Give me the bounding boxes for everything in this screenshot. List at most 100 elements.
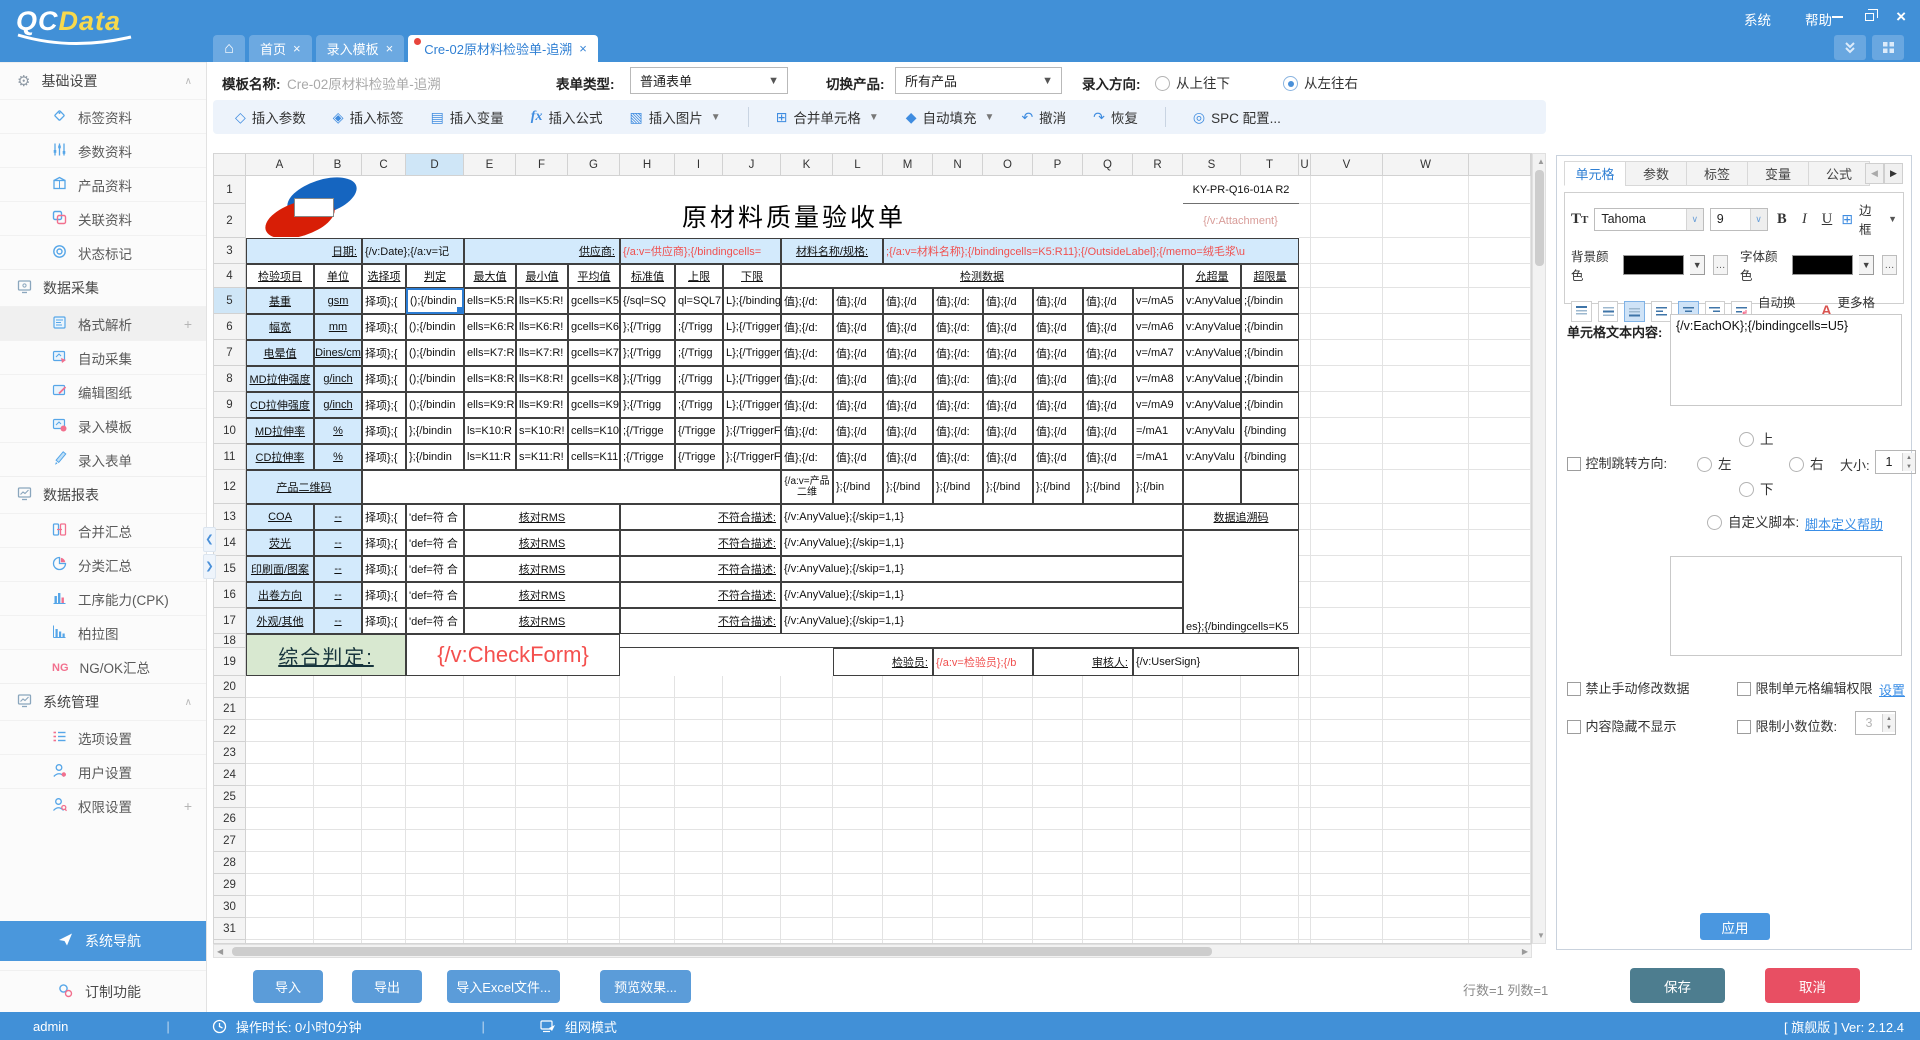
sheet-cell[interactable] <box>406 874 464 896</box>
sheet-cell[interactable] <box>675 698 723 720</box>
sheet-cell[interactable] <box>1383 582 1469 608</box>
column-header-J[interactable]: J <box>723 154 781 176</box>
sheet-cell[interactable] <box>516 830 568 852</box>
sheet-cell[interactable] <box>1241 470 1299 504</box>
sheet-cell[interactable]: Dines/cm <box>314 340 362 366</box>
sheet-cell[interactable]: 值};{/d <box>833 340 883 366</box>
sheet-cell[interactable]: v:AnyValu <box>1183 444 1241 470</box>
sheet-cell[interactable] <box>1311 366 1383 392</box>
sheet-cell[interactable]: 值};{/d: <box>933 340 983 366</box>
sheet-cell[interactable] <box>1469 204 1531 238</box>
sheet-cell[interactable] <box>1299 314 1311 340</box>
sheet-cell[interactable]: {/v:AnyValue};{/skip=1,1} <box>781 504 1183 530</box>
sheet-cell[interactable] <box>406 742 464 764</box>
sheet-cell[interactable] <box>1183 830 1241 852</box>
sheet-cell[interactable] <box>362 698 406 720</box>
sheet-cell[interactable]: 最大值 <box>464 264 516 288</box>
sheet-cell[interactable] <box>1183 698 1241 720</box>
sheet-cell[interactable] <box>406 918 464 940</box>
sidebar-section-3[interactable]: 数据报表 <box>0 476 206 513</box>
sheet-cell[interactable] <box>1299 676 1311 698</box>
collapse-toolbars-icon[interactable] <box>1834 35 1866 60</box>
sheet-cell[interactable] <box>464 786 516 808</box>
sidebar-item[interactable]: 用户设置 <box>0 754 206 788</box>
sheet-cell[interactable]: ;{/Trigge <box>620 444 675 470</box>
sheet-cell[interactable] <box>933 676 983 698</box>
sheet-cell[interactable] <box>723 786 781 808</box>
sheet-cell[interactable] <box>723 764 781 786</box>
sheet-cell[interactable]: 数据追溯码 <box>1183 504 1299 530</box>
sheet-cell[interactable] <box>1311 582 1383 608</box>
sheet-cell[interactable] <box>516 676 568 698</box>
sheet-cell[interactable] <box>983 896 1033 918</box>
sheet-cell[interactable] <box>833 676 883 698</box>
sheet-cell[interactable]: 值};{/d <box>833 418 883 444</box>
sheet-cell[interactable] <box>1033 786 1083 808</box>
sheet-cell[interactable] <box>464 874 516 896</box>
sheet-cell[interactable] <box>516 698 568 720</box>
sheet-cell[interactable]: 择项};{ <box>362 582 406 608</box>
sheet-cell[interactable] <box>1311 288 1383 314</box>
sheet-cell[interactable] <box>620 764 675 786</box>
sheet-cell[interactable] <box>1311 676 1383 698</box>
sheet-cell[interactable] <box>1469 634 1531 648</box>
sheet-cell[interactable] <box>1033 918 1083 940</box>
sheet-cell[interactable]: 值};{/d: <box>933 314 983 340</box>
sheet-cell[interactable] <box>723 852 781 874</box>
sheet-cell[interactable]: 荧光 <box>246 530 314 556</box>
sheet-cell[interactable]: ;{/bindin <box>1241 340 1299 366</box>
sheet-cell[interactable]: KY-PR-Q16-01A R2 <box>1183 176 1299 204</box>
sheet-cell[interactable]: {/a:v=供应商};{/bindingcells= <box>620 238 781 264</box>
sheet-cell[interactable] <box>1383 852 1469 874</box>
sheet-cell[interactable] <box>1083 698 1133 720</box>
sheet-cell[interactable] <box>1469 648 1531 676</box>
column-header-T[interactable]: T <box>1241 154 1299 176</box>
sheet-cell[interactable]: 值};{/d <box>1033 418 1083 444</box>
menu-help[interactable]: 帮助 <box>1805 9 1832 29</box>
toolbar-button-fill[interactable]: ◆自动填充▼ <box>906 107 995 127</box>
sheet-cell[interactable]: g/inch <box>314 366 362 392</box>
row-header-12[interactable]: 12 <box>214 470 246 504</box>
sheet-cell[interactable] <box>723 830 781 852</box>
sheet-cell[interactable] <box>1133 808 1183 830</box>
sheet-cell[interactable] <box>983 742 1033 764</box>
sheet-cell[interactable] <box>620 698 675 720</box>
sheet-cell[interactable] <box>1033 830 1083 852</box>
sheet-cell[interactable] <box>1083 720 1133 742</box>
import-excel-button[interactable]: 导入Excel文件... <box>447 970 560 1003</box>
toolbar-button-merge[interactable]: ⊞合并单元格▼ <box>776 107 879 127</box>
sheet-cell[interactable]: -- <box>314 582 362 608</box>
sheet-cell[interactable] <box>1383 418 1469 444</box>
sheet-cell[interactable] <box>833 808 883 830</box>
toolbar-button-undo[interactable]: ↶撤消 <box>1021 107 1066 127</box>
jump-direction-checkbox[interactable]: 控制跳转方向: <box>1567 453 1667 473</box>
sheet-cell[interactable] <box>1241 786 1299 808</box>
sheet-cell[interactable] <box>983 698 1033 720</box>
sheet-cell[interactable]: s=K10:R! <box>516 418 568 444</box>
sheet-cell[interactable] <box>314 830 362 852</box>
sheet-cell[interactable]: ;{/bindin <box>1241 392 1299 418</box>
sheet-cell[interactable] <box>675 786 723 808</box>
sheet-cell[interactable]: 产品二维码 <box>246 470 362 504</box>
sheet-cell[interactable]: 不符合描述: <box>620 504 781 530</box>
sheet-cell[interactable] <box>833 698 883 720</box>
sheet-cell[interactable] <box>1311 918 1383 940</box>
sheet-cell[interactable]: 印刷面/图案 <box>246 556 314 582</box>
sheet-cell[interactable] <box>1241 698 1299 720</box>
sheet-cell[interactable] <box>406 896 464 918</box>
sheet-cell[interactable] <box>1083 742 1133 764</box>
sheet-cell[interactable]: L};{/binding <box>723 288 781 314</box>
sheet-cell[interactable] <box>464 742 516 764</box>
sheet-cell[interactable] <box>1383 786 1469 808</box>
sheet-cell[interactable]: 值};{/d <box>833 314 883 340</box>
sheet-cell[interactable]: 最小值 <box>516 264 568 288</box>
sheet-cell[interactable] <box>620 648 833 676</box>
sheet-cell[interactable]: 不符合描述: <box>620 530 781 556</box>
sheet-cell[interactable]: 核对RMS <box>464 582 620 608</box>
sheet-cell[interactable] <box>1311 648 1383 676</box>
sheet-cell[interactable]: 值};{/d <box>883 314 933 340</box>
sheet-cell[interactable] <box>883 698 933 720</box>
sheet-cell[interactable] <box>246 720 314 742</box>
sheet-cell[interactable] <box>1311 742 1383 764</box>
sheet-cell[interactable] <box>406 808 464 830</box>
